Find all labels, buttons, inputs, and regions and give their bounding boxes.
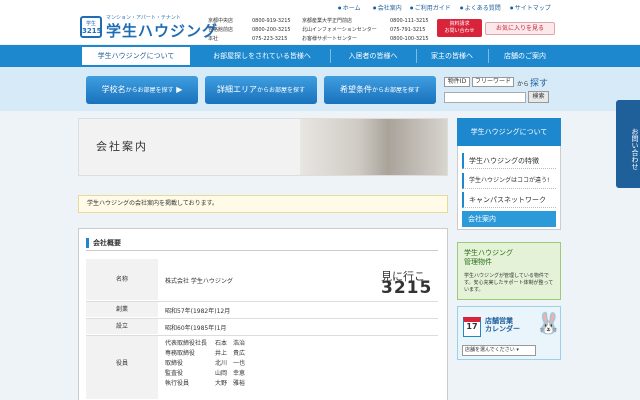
contact-side-tab[interactable]: お問い合わせ xyxy=(616,100,640,188)
store-select[interactable]: 店舗を選んでください ▾ xyxy=(462,345,536,356)
search-input[interactable] xyxy=(444,92,526,103)
search-cond-label: 希望条件 xyxy=(339,85,372,94)
officer-title: 監査役 xyxy=(165,370,184,377)
search-school-label: 学校名 xyxy=(101,85,126,94)
top-link-guide[interactable]: ご利用ガイド xyxy=(410,3,451,12)
search-heading: 探す xyxy=(530,79,549,89)
officer-name: 山岡 幸恵 xyxy=(215,370,246,377)
nav-item-stores[interactable]: 店舗のご案内 xyxy=(490,45,560,67)
sidebar-item-features[interactable]: 学生ハウジングの特徴 xyxy=(462,153,556,169)
search-from-text: から xyxy=(517,81,530,88)
banner-text: 学生ハウジングが管理している物件です。安心充実したサポート体制が整っています。 xyxy=(464,273,554,293)
table-label: 役員 xyxy=(86,336,158,400)
office-name: 京都中央店 xyxy=(208,18,234,24)
rabbit-mascot-icon: 🐰 xyxy=(536,311,561,335)
office-name: 北山インフォメーションセンター xyxy=(302,27,377,33)
calendar-day: 17 xyxy=(466,322,478,331)
logo-name[interactable]: 学生ハウジング xyxy=(106,20,218,41)
table-label: 創業 xyxy=(86,302,158,318)
officer-title: 代表取締役社長 xyxy=(165,340,208,347)
banner-title: 店舗営業 カレンダー xyxy=(485,317,520,333)
search-area-suffix: からお部屋を探す xyxy=(256,87,305,94)
search-cond-suffix: からお部屋を探す xyxy=(371,87,420,94)
office-name: お客様サポートセンター xyxy=(302,36,358,42)
officer-name: 北川 一也 xyxy=(215,360,246,367)
office-photo xyxy=(300,119,447,175)
nav-divider xyxy=(488,49,489,63)
officer-name: 大野 雅裕 xyxy=(215,380,246,387)
office-name: 本社 xyxy=(208,36,219,42)
top-link-sitemap[interactable]: サイトマップ xyxy=(510,3,551,12)
logo-icon[interactable]: 学生 3215 xyxy=(80,16,102,38)
table-label: 設立 xyxy=(86,319,158,335)
banner-title: 学生ハウジング 管理物件 xyxy=(464,249,513,266)
nav-item-landlords[interactable]: 家主の皆様へ xyxy=(418,45,486,67)
office-phone: 075-791-3215 xyxy=(390,27,426,33)
office-list-right: 京都産業大学正門前店 0800-111-3215 北山インフォメーションセンター… xyxy=(302,17,429,44)
office-list-left: 京都中央店 0800-919-3215 合格館前店 0800-200-3215 … xyxy=(208,17,291,44)
divider xyxy=(86,250,438,251)
table-label: 名称 xyxy=(86,259,158,301)
office-phone: 0800-111-3215 xyxy=(390,18,429,24)
store-select-value: 店舗を選んでください xyxy=(465,347,515,353)
logo-badge-top: 学生 xyxy=(85,21,96,27)
page-notice: 学生ハウジングの会社案内を掲載しております。 xyxy=(78,195,448,213)
nav-divider xyxy=(330,49,331,63)
search-school-suffix: からお部屋を探す xyxy=(125,87,174,94)
managed-properties-banner[interactable]: 学生ハウジング 管理物件 学生ハウジングが管理している物件です。安心充実したサポ… xyxy=(457,242,561,300)
section-title: 会社概要 xyxy=(86,238,121,248)
search-by-conditions-button[interactable]: 希望条件からお部屋を探す xyxy=(324,76,436,104)
officer-title: 専務取締役 xyxy=(165,350,196,357)
nav-item-residents[interactable]: 入居者の皆様へ xyxy=(332,45,414,67)
visit-number: 3215 xyxy=(381,278,433,298)
nav-divider xyxy=(416,49,417,63)
office-name: 京都産業大学正門前店 xyxy=(302,18,353,24)
officer-name: 石本 浩治 xyxy=(215,340,246,347)
page-title: 会社案内 xyxy=(96,140,148,153)
office-phone: 0800-100-3215 xyxy=(390,36,429,42)
sidebar-item-company[interactable]: 会社案内 xyxy=(462,211,556,227)
nav-item-room-seekers[interactable]: お部屋探しをされている皆様へ xyxy=(196,45,328,67)
search-by-area-button[interactable]: 詳細エリアからお部屋を探す xyxy=(205,76,317,104)
sidebar-item-campus-network[interactable]: キャンパスネットワーク xyxy=(462,192,556,208)
property-id-tag: 物件ID xyxy=(444,77,470,87)
search-submit-button[interactable]: 検索 xyxy=(528,91,549,103)
freeword-tag: フリーワード xyxy=(472,77,514,87)
store-calendar-banner[interactable]: 17 店舗営業 カレンダー 🐰 店舗を選んでください ▾ xyxy=(457,306,561,360)
officer-title: 執行役員 xyxy=(165,380,190,387)
office-phone: 075-223-3215 xyxy=(252,36,288,42)
table-value: 株式会社 学生ハウジング xyxy=(165,278,233,285)
office-phone: 0800-919-3215 xyxy=(252,18,291,24)
officer-list: 代表取締役社長 石本 浩治 専務取締役 井上 貴広 取締役 北川 一也 監査役 山岡 幸… xyxy=(165,339,245,389)
top-link-company[interactable]: 会社案内 xyxy=(373,3,402,12)
search-by-school-button[interactable]: 学校名からお部屋を探す ▶ xyxy=(86,76,198,104)
nav-item-about[interactable]: 学生ハウジングについて xyxy=(80,45,192,67)
officer-name: 井上 貴広 xyxy=(215,350,246,357)
top-link-home[interactable]: ホーム xyxy=(338,3,361,12)
sidebar-item-differences[interactable]: 学生ハウジングはココが違う! xyxy=(462,173,556,189)
office-phone: 0800-200-3215 xyxy=(252,27,291,33)
search-area-label: 詳細エリア xyxy=(216,85,257,94)
table-value: 昭和57年(1982年)12月 xyxy=(165,308,231,315)
logo-badge-number: 3215 xyxy=(82,27,102,35)
sidebar-heading: 学生ハウジングについて xyxy=(457,118,561,146)
office-name: 合格館前店 xyxy=(208,27,234,33)
favorites-button[interactable]: お気に入りを見る xyxy=(485,22,555,35)
calendar-icon: 17 xyxy=(463,317,481,337)
table-value: 昭和60年(1985年)1月 xyxy=(165,325,227,332)
officer-title: 取締役 xyxy=(165,360,184,367)
request-info-button[interactable]: 資料請求 お問い合わせ xyxy=(437,19,482,37)
top-link-faq[interactable]: よくある質問 xyxy=(460,3,501,12)
